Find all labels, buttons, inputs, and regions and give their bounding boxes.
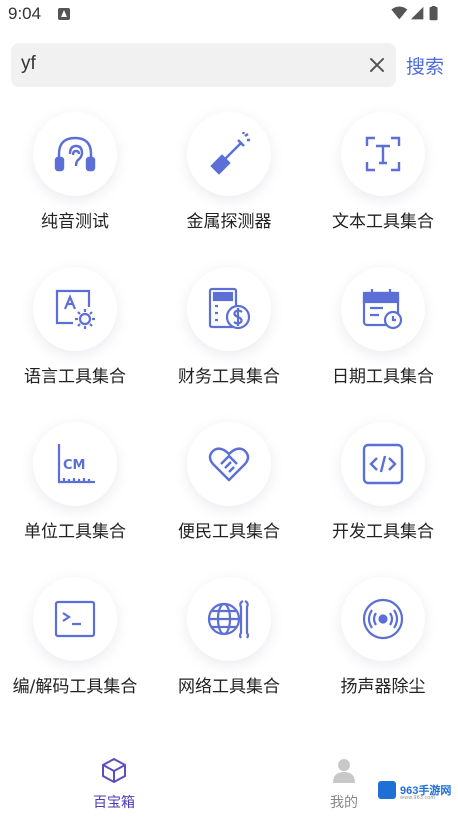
tool-item[interactable]: 开发工具集合 (308, 422, 458, 552)
globe-wrench-icon (207, 600, 250, 639)
search-button[interactable]: 搜索 (406, 52, 444, 79)
tool-label: 语言工具集合 (24, 367, 126, 387)
tool-icon-circle (33, 112, 117, 196)
tool-icon-circle (187, 112, 271, 196)
tool-label: 单位工具集合 (24, 522, 126, 542)
terminal-icon (54, 600, 96, 638)
signal-icon (410, 6, 424, 20)
svg-text:CM: CM (63, 458, 85, 473)
nav-label: 百宝箱 (93, 795, 135, 811)
tool-item[interactable]: 便民工具集合 (154, 422, 304, 552)
nav-item-mine[interactable]: 我的 (304, 756, 384, 812)
tool-label: 便民工具集合 (178, 522, 280, 542)
tool-icon-circle (341, 267, 425, 351)
person-icon (333, 759, 355, 783)
search-input[interactable]: yf (21, 53, 36, 75)
watermark-icon (378, 781, 396, 799)
cube-icon (102, 757, 126, 784)
tool-label: 扬声器除尘 (340, 677, 426, 697)
code-icon (362, 443, 404, 485)
notification-app-icon (58, 8, 70, 20)
tool-item[interactable]: 编/解码工具集合 (0, 577, 150, 707)
tool-label: 网络工具集合 (178, 677, 280, 697)
heart-handshake-icon (208, 447, 250, 482)
nav-label: 我的 (330, 795, 358, 811)
watermark-logo: 963手游网 www.963.com (376, 778, 454, 802)
tool-label: 纯音测试 (41, 212, 109, 232)
ruler-cm-icon: CM (57, 444, 95, 484)
tool-item[interactable]: 语言工具集合 (0, 267, 150, 397)
tool-icon-circle (341, 577, 425, 661)
status-time: 9:04 (8, 4, 42, 23)
finance-calculator-icon (208, 287, 251, 330)
text-scan-icon (365, 136, 401, 172)
language-settings-icon (55, 289, 95, 329)
clear-icon[interactable] (366, 54, 388, 76)
calendar-clock-icon (362, 289, 403, 330)
tool-item[interactable]: CM 单位工具集合 (0, 422, 150, 552)
tool-icon-circle (187, 422, 271, 506)
speaker-waves-icon (362, 598, 404, 640)
tool-label: 编/解码工具集合 (12, 677, 138, 697)
tool-label: 开发工具集合 (332, 522, 434, 542)
tool-item[interactable]: 扬声器除尘 (308, 577, 458, 707)
tool-icon-circle (33, 577, 117, 661)
tool-icon-circle (187, 577, 271, 661)
battery-icon (429, 6, 438, 21)
wifi-icon (391, 6, 408, 20)
tool-label: 金属探测器 (186, 212, 272, 232)
tool-icon-circle: CM (33, 422, 117, 506)
tool-icon-circle (187, 267, 271, 351)
status-icons (391, 6, 438, 21)
tool-item[interactable]: 纯音测试 (0, 112, 150, 242)
nav-item-toolbox[interactable]: 百宝箱 (74, 756, 154, 812)
watermark-subtext: www.963.com (400, 795, 436, 801)
tool-icon-circle (33, 267, 117, 351)
search-box[interactable]: yf (11, 43, 396, 87)
tool-label: 日期工具集合 (332, 367, 434, 387)
headphones-ear-icon (54, 136, 96, 172)
tool-label: 文本工具集合 (332, 212, 434, 232)
tool-item[interactable]: 日期工具集合 (308, 267, 458, 397)
tool-icon-circle (341, 112, 425, 196)
tool-label: 财务工具集合 (178, 367, 280, 387)
tool-item[interactable]: 文本工具集合 (308, 112, 458, 242)
tool-icon-circle (341, 422, 425, 506)
tool-item[interactable]: 金属探测器 (154, 112, 304, 242)
metal-detector-icon (210, 132, 250, 175)
tool-item[interactable]: 网络工具集合 (154, 577, 304, 707)
status-bar: 9:04 (0, 0, 458, 30)
tool-item[interactable]: 财务工具集合 (154, 267, 304, 397)
